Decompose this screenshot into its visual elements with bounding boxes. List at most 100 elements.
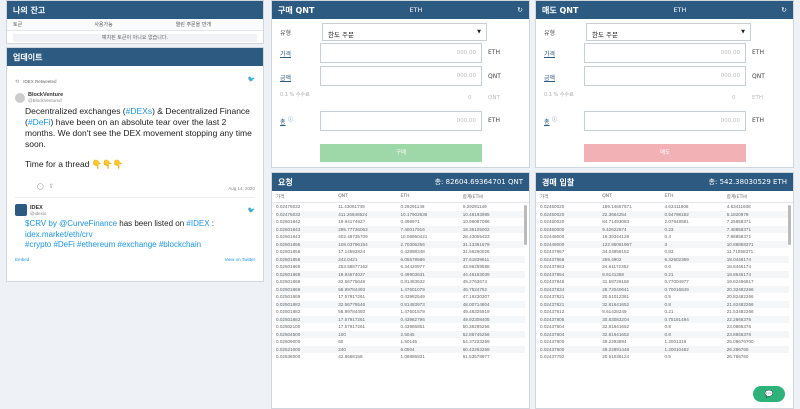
buy-button[interactable]: 구매 [320, 144, 482, 162]
cashtag-link[interactable]: $CRV by [25, 219, 59, 228]
column-header-qnt[interactable]: QNT [602, 194, 664, 199]
wallet-col-token[interactable]: 토큰 [13, 21, 94, 28]
order-type-select[interactable]: 한도 주문 ▼ [322, 23, 487, 41]
table-row[interactable]: 0.02501882 58.99784493 1.47601579 49.483259… [276, 308, 525, 316]
refresh-icon[interactable]: ↻ [781, 6, 787, 14]
info-icon[interactable]: ⓘ [288, 116, 293, 123]
order-type-select[interactable]: 한도 주문 ▼ [586, 23, 751, 41]
tweet-author-handle[interactable]: @BlockVentured [28, 98, 63, 103]
column-header-price[interactable]: 가격 [540, 194, 602, 200]
column-header-qnt[interactable]: QNT [338, 194, 400, 199]
amount-label[interactable]: 금액 [280, 73, 291, 82]
table-row[interactable]: 0.02501868 19.94574027 0.49903631 44.461630… [276, 270, 525, 278]
price-input[interactable]: 000.00 [584, 43, 746, 63]
amount-input[interactable]: 000.00 [584, 66, 746, 86]
table-row[interactable]: 0.02501882 32.56778546 0.81483973 48.007148… [276, 300, 525, 308]
table-row[interactable]: 0.02437821 20.51012361 0.5 20.82482266 [540, 293, 789, 301]
table-row[interactable]: 0.02501868 253.58877162 6.34420977 43.96259… [276, 263, 525, 271]
table-row[interactable]: 0.02437867 34.04858152 0.83 11.71858371 [540, 248, 789, 256]
column-header-eth[interactable]: ETH [401, 194, 463, 199]
scrollbar[interactable] [524, 205, 527, 245]
table-row[interactable]: 0.02437804 32.81641652 0.8 23.8866376 [540, 330, 789, 338]
table-cell: 2.70306256 [400, 241, 425, 247]
table-row[interactable]: 0.02502100 17.57917261 0.43986851 50.362952… [276, 323, 525, 331]
table-row[interactable]: 0.02538000 42.8668158 1.08886831 61.5357897… [276, 353, 525, 361]
chat-button[interactable]: 💬 [753, 386, 785, 402]
hashtag-list[interactable]: #crypto #DeFi #ethereum #exchange #block… [25, 240, 255, 251]
table-row[interactable]: 0.02501869 32.56775648 0.81483532 45.276367… [276, 278, 525, 286]
table-row[interactable]: 0.02501869 58.99784493 1.47601079 46.752475… [276, 285, 525, 293]
total-input[interactable]: 000.00 [584, 111, 746, 131]
table-row[interactable]: 0.02450020 189.14667671 4.63411608 4.634116… [540, 203, 789, 211]
table-cell: 0.02437804 [540, 324, 565, 330]
table-row[interactable]: 0.02437863 24.61172352 0.6 18.6446174 [540, 263, 789, 271]
chevron-down-icon: ▼ [477, 29, 481, 35]
info-icon[interactable]: ⓘ [552, 116, 557, 123]
table-row[interactable]: 0.02501842 19.9417492? 0.4989?1 10.96087086 [276, 218, 525, 226]
column-header-total[interactable]: 합계(ETH) [463, 194, 525, 200]
twitter-bird-icon[interactable]: 🐦 [248, 207, 255, 214]
table-row[interactable]: 0.02437805 30.83083204 0.75181494 22.286637… [540, 315, 789, 323]
embed-link[interactable]: Embed [15, 257, 29, 262]
amount-input[interactable]: 000.00 [320, 66, 482, 86]
reply-icon[interactable]: ◯ [37, 184, 44, 190]
column-header-total[interactable]: 합계(ETH) [727, 194, 789, 200]
column-header-price[interactable]: 가격 [276, 194, 338, 200]
idex-logo-icon[interactable] [15, 204, 27, 216]
avatar[interactable] [15, 92, 25, 103]
table-row[interactable]: 0.02450000 9.42622674 0.23 7.48858371 [540, 225, 789, 233]
mention-link[interactable]: @CurveFinance [59, 219, 117, 228]
table-row[interactable]: 0.02504500 100 2.5045 52.86745256 [276, 330, 525, 338]
table-row[interactable]: 0.02501843 402.48735709 10.06950421 28.4305… [276, 233, 525, 241]
table-row[interactable]: 0.02437846 31.58726156 0.77004977 19.624666… [540, 278, 789, 286]
hashtag-link[interactable]: #DeFi [28, 117, 51, 127]
table-row[interactable]: 0.02437866 259.4902 6.32602369 18.0446174 [540, 255, 789, 263]
wallet-col-available[interactable]: 사용가능 [94, 21, 175, 28]
table-row[interactable]: 0.02437804 32.81641652 0.8 23.0866376 [540, 323, 789, 331]
total-label[interactable]: 총 [280, 117, 286, 126]
tweet-author-handle[interactable]: @idexio [30, 211, 46, 216]
tweet-date[interactable]: Aug 14, 2020 [228, 186, 255, 191]
table-row[interactable]: 0.02501855 242.0421 6.05578586 37.61839611 [276, 255, 525, 263]
hashtag-link[interactable]: #IDEX [186, 219, 209, 228]
table-cell: 11.71858371 [726, 249, 754, 255]
table-row[interactable]: 0.02501855 108.03796154 2.70306256 31.13361… [276, 240, 525, 248]
table-row[interactable]: 0.02437834 28.72040641 0.70016849 20.324822… [540, 285, 789, 293]
table-row[interactable]: 0.02501855 17.14592824 0.42898348 31.562600… [276, 248, 525, 256]
price-label[interactable]: 가격 [544, 49, 555, 58]
twitter-bird-icon[interactable]: 🐦 [248, 76, 255, 83]
total-label[interactable]: 총 [544, 117, 550, 126]
table-row[interactable]: 0.02449000 122.95081967 3 10.88858371 [540, 240, 789, 248]
table-row[interactable]: 0.02450020 84.71493083 2.07648581 7.2585837… [540, 218, 789, 226]
table-row[interactable]: 0.02521000 240 6.0504 60.42263259 [276, 345, 525, 353]
table-row[interactable]: 0.02509000 60 1.50145 54.37223259 [276, 338, 525, 346]
share-icon[interactable]: ⇧ [49, 184, 54, 190]
table-row[interactable]: 0.02437854 8.6141358 0.21 18.8546174 [540, 270, 789, 278]
price-input[interactable]: 000.00 [320, 43, 482, 63]
table-row[interactable]: 0.02449000 16.39344128 0.4 7.88858371 [540, 233, 789, 241]
table-cell: 0.02437800 [540, 339, 565, 345]
table-row[interactable]: 0.02475032 11.43061749 0.29291149 0.2929114… [276, 203, 525, 211]
table-cell: 0.02509000 [276, 339, 301, 345]
amount-label[interactable]: 금액 [544, 73, 555, 82]
table-row[interactable]: 0.02501869 17.5791?261 0.43982549 47.192303… [276, 293, 525, 301]
table-row[interactable]: 0.02437792 20.51036124 0.5 26.786760 [540, 353, 789, 361]
view-on-twitter-link[interactable]: View on Twitter [225, 257, 255, 262]
column-header-eth[interactable]: ETH [665, 194, 727, 199]
scrollbar[interactable] [788, 205, 791, 245]
table-row[interactable]: 0.02437812 8.61428249 0.21 21.53482266 [540, 308, 789, 316]
sell-button[interactable]: 매도 [584, 144, 746, 162]
total-input[interactable]: 000.00 [320, 111, 482, 131]
table-row[interactable]: 0.02437821 32.81641652 0.8 21.62482266 [540, 300, 789, 308]
table-row[interactable]: 0.02501843 295.77726063 7.40017916 18.36105… [276, 225, 525, 233]
table-row[interactable]: 0.02450020 22.3664254 0.54798182 5.1820979 [540, 210, 789, 218]
table-row[interactable]: 0.02437800 49.22891448 1.20010482 26.286760 [540, 345, 789, 353]
hashtag-link[interactable]: #DEXs [126, 106, 152, 116]
wallet-col-open-orders[interactable]: 열린 주문을 만개 [176, 21, 257, 28]
price-label[interactable]: 가격 [280, 49, 291, 58]
table-row[interactable]: 0.02501882 17.57917261 0.43982796 49.923084… [276, 315, 525, 323]
table-row[interactable]: 0.02475032 411.26848524 10.17902636 10.4619… [276, 210, 525, 218]
tweet-link[interactable]: idex.market/eth/crv [25, 230, 255, 241]
table-row[interactable]: 0.02437800 49.2293894 1.2001318 25.08676?00 [540, 338, 789, 346]
refresh-icon[interactable]: ↻ [517, 6, 523, 14]
